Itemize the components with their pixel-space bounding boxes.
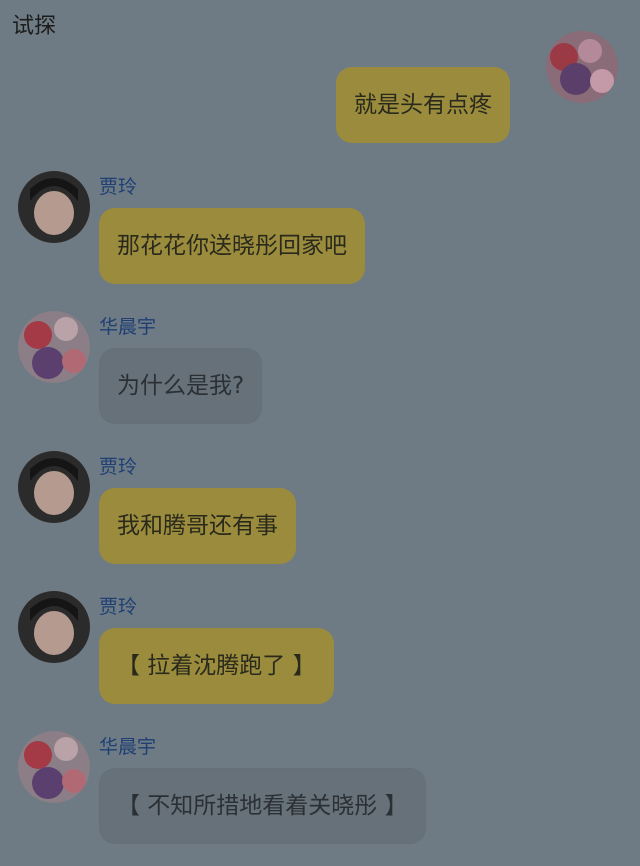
message-bubble[interactable]: 我和腾哥还有事 — [99, 488, 296, 564]
sender-name: 贾玲 — [99, 176, 138, 198]
self-message-bubble[interactable]: 就是头有点疼 — [336, 67, 510, 143]
message-bubble[interactable]: 为什么是我? — [99, 348, 263, 424]
message-bubble[interactable]: 【 不知所措地看着关晓彤 】 — [99, 768, 426, 844]
sender-name: 华晨宇 — [99, 736, 157, 758]
avatar-huachenyu[interactable] — [18, 731, 90, 803]
page-title: 试探 — [12, 14, 57, 39]
message-bubble[interactable]: 那花花你送晓彤回家吧 — [99, 208, 365, 284]
sender-name: 贾玲 — [99, 456, 138, 478]
message-bubble[interactable]: 【 拉着沈腾跑了 】 — [99, 628, 334, 704]
sender-name: 贾玲 — [99, 596, 138, 618]
self-avatar[interactable] — [546, 31, 618, 103]
avatar-jialing[interactable] — [18, 591, 90, 663]
avatar-jialing[interactable] — [18, 451, 90, 523]
sender-name: 华晨宇 — [99, 316, 157, 338]
avatar-jialing[interactable] — [18, 171, 90, 243]
avatar-huachenyu[interactable] — [18, 311, 90, 383]
